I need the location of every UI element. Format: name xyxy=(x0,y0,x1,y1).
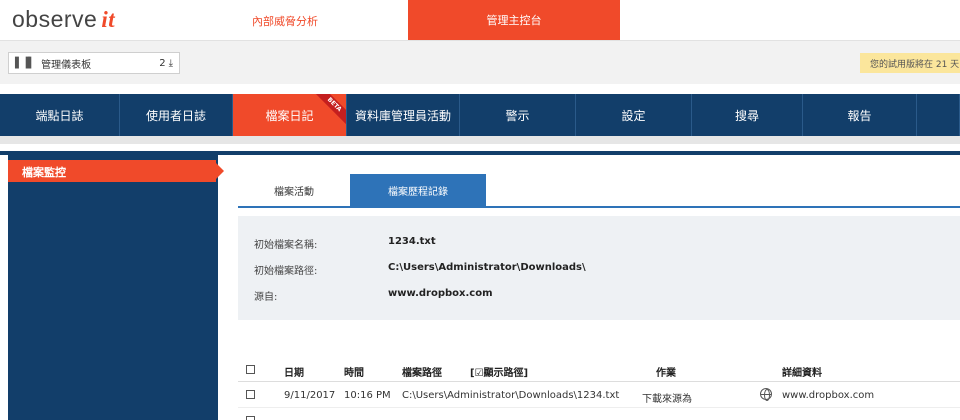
logo-it: it xyxy=(101,7,116,32)
initial-name-value: 1234.txt xyxy=(388,236,436,247)
nav-label: 端點日誌 xyxy=(35,108,84,123)
nav-overflow xyxy=(917,94,960,136)
source-label: 源自: xyxy=(254,292,278,303)
cell-path: C:\Users\Administrator\Downloads\1234.tx… xyxy=(402,390,620,401)
nav-endpoint-logs[interactable]: 端點日誌 xyxy=(0,94,120,136)
sidebar-item-file-monitor[interactable]: 檔案監控 xyxy=(8,160,216,182)
sidebar xyxy=(8,155,218,420)
initial-path-label: 初始檔案路徑: xyxy=(254,266,318,277)
cell-time: 10:16 PM xyxy=(344,390,391,401)
nav-search[interactable]: 搜尋 xyxy=(692,94,803,136)
tab-underline xyxy=(238,206,960,208)
main-nav: 端點日誌 使用者日誌 檔案日記 BETA 資料庫管理員活動 警示 設定 搜尋 報… xyxy=(0,94,960,136)
dashboard-label: 管理儀表板 xyxy=(41,59,92,71)
dashboard-selector[interactable]: ▌▐▍ 管理儀表板 2 ⤓ xyxy=(8,52,180,74)
col-action[interactable]: 作業 xyxy=(656,364,676,379)
beta-badge: BETA xyxy=(309,94,346,130)
select-all-checkbox[interactable] xyxy=(246,365,255,374)
sub-toolbar: ▌▐▍ 管理儀表板 2 ⤓ 您的試用版將在 21 天 xyxy=(0,40,960,84)
globe-icon xyxy=(760,388,772,401)
table-header: 日期 時間 檔案路徑 [☑顯示路徑] 作業 詳細資料 xyxy=(238,360,960,382)
tab-file-history[interactable]: 檔案歷程記錄 xyxy=(350,174,486,206)
col-time[interactable]: 時間 xyxy=(344,364,364,379)
top-header: observe it 內部威脅分析 管理主控台 xyxy=(0,0,960,40)
row-checkbox[interactable] xyxy=(246,416,255,420)
table-row-partial xyxy=(238,410,960,420)
nav-shadow xyxy=(0,136,960,144)
nav-settings[interactable]: 設定 xyxy=(576,94,692,136)
trial-notice: 您的試用版將在 21 天 xyxy=(860,53,960,73)
observeit-logo[interactable]: observe it xyxy=(12,6,115,33)
nav-alerts[interactable]: 警示 xyxy=(460,94,576,136)
nav-file-diary[interactable]: 檔案日記 BETA xyxy=(233,94,347,136)
cell-details[interactable]: www.dropbox.com xyxy=(782,390,874,401)
tab-file-activity[interactable]: 檔案活動 xyxy=(238,174,350,206)
nav-label: 搜尋 xyxy=(734,108,759,123)
col-path[interactable]: 檔案路徑 xyxy=(402,364,442,379)
dashboard-count: 2 xyxy=(159,57,166,69)
initial-name-label: 初始檔案名稱: xyxy=(254,240,318,251)
col-date[interactable]: 日期 xyxy=(284,364,304,379)
show-path-toggle[interactable]: [☑顯示路徑] xyxy=(470,364,528,379)
nav-label: 檔案日記 xyxy=(265,108,314,123)
cell-action: 下載來源為 xyxy=(642,394,692,405)
tab-insider-threat[interactable]: 內部威脅分析 xyxy=(252,13,318,29)
cell-date: 9/11/2017 xyxy=(284,390,336,401)
nav-dba-activity[interactable]: 資料庫管理員活動 xyxy=(347,94,460,136)
logo-text: observe xyxy=(12,6,98,32)
initial-path-value: C:\Users\Administrator\Downloads\ xyxy=(388,262,586,273)
download-icon[interactable]: ⤓ xyxy=(169,58,173,69)
nav-label: 報告 xyxy=(847,108,872,123)
source-value: www.dropbox.com xyxy=(388,288,493,299)
nav-label: 設定 xyxy=(621,108,646,123)
nav-user-logs[interactable]: 使用者日誌 xyxy=(120,94,233,136)
sidebar-active-arrow xyxy=(216,163,224,179)
bar-chart-icon: ▌▐▍ xyxy=(15,57,36,69)
tab-management-console[interactable]: 管理主控台 xyxy=(408,0,620,40)
nav-label: 資料庫管理員活動 xyxy=(354,108,451,123)
nav-label: 使用者日誌 xyxy=(145,108,206,123)
nav-label: 警示 xyxy=(505,108,530,123)
nav-reports[interactable]: 報告 xyxy=(803,94,917,136)
col-details[interactable]: 詳細資料 xyxy=(782,364,822,379)
table-row[interactable]: 9/11/2017 10:16 PM C:\Users\Administrato… xyxy=(238,384,960,408)
file-info-panel: 初始檔案名稱: 1234.txt 初始檔案路徑: C:\Users\Admini… xyxy=(238,216,960,320)
row-checkbox[interactable] xyxy=(246,390,255,399)
